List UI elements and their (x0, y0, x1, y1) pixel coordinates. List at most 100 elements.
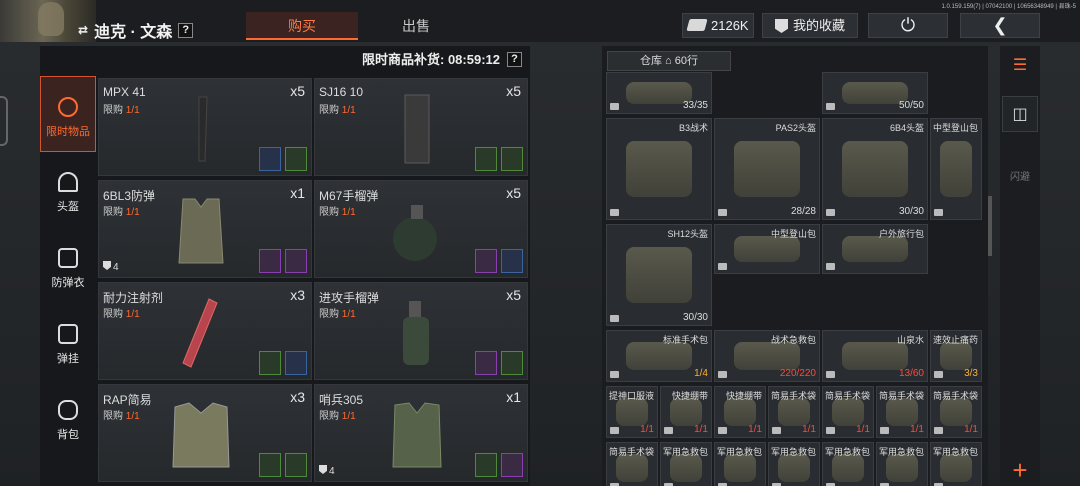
goods-name: M67手榴弹 (319, 189, 379, 203)
chevron-left-icon: ❮ (992, 15, 1008, 35)
goods-card[interactable]: SJ16 10 限购 1/1 x5 (314, 78, 528, 176)
inventory-item[interactable]: 标准手术包 1/4 (606, 330, 712, 382)
inventory-item[interactable]: 快捷绷带 1/1 (714, 386, 766, 438)
chest-rig-icon (58, 324, 78, 344)
restock-help-icon[interactable]: ? (507, 52, 522, 67)
inventory-item[interactable]: 战术急救包 220/220 (714, 330, 820, 382)
limit-label: 限购 (103, 411, 123, 422)
material-slot (475, 147, 497, 171)
item-thumbnail (616, 398, 648, 426)
inventory-item[interactable]: 军用急救包 (768, 442, 820, 486)
tab-sell[interactable]: 出售 (360, 12, 472, 40)
goods-qty: x1 (506, 389, 521, 405)
goods-card[interactable]: 哨兵305 限购 1/1 x1 4 (314, 384, 528, 482)
inventory-item[interactable]: 军用急救包 (714, 442, 766, 486)
inventory-item[interactable]: SH12头盔 30/30 (606, 224, 712, 326)
item-name: 军用急救包 (878, 447, 924, 457)
goods-card[interactable]: MPX 41 限购 1/1 x5 (98, 78, 312, 176)
inventory-item[interactable]: 快捷绷带 1/1 (660, 386, 712, 438)
goods-qty: x5 (506, 83, 521, 99)
goods-card[interactable]: 进攻手榴弹 限购 1/1 x5 (314, 282, 528, 380)
inventory-item[interactable]: B3战术 (606, 118, 712, 220)
swap-icon[interactable]: ⇄ (78, 23, 88, 37)
inventory-item[interactable]: 简易手术袋 1/1 (768, 386, 820, 438)
warehouse-header[interactable]: 仓库 ⌂ 60行 (607, 51, 731, 71)
material-slot (501, 249, 523, 273)
goods-card[interactable]: RAP简易 限购 1/1 x3 (98, 384, 312, 482)
material-slot (501, 351, 523, 375)
lock-icon (610, 103, 619, 110)
inventory-item[interactable]: 简易手术袋 1/1 (930, 386, 982, 438)
item-name: 军用急救包 (824, 447, 870, 457)
inventory-item[interactable]: 6B4头盔 30/30 (822, 118, 928, 220)
power-icon: ⏻ (900, 15, 916, 35)
inventory-scrollbar[interactable] (988, 196, 992, 256)
inventory-item[interactable]: 军用急救包 (822, 442, 874, 486)
player-help-icon[interactable]: ? (178, 22, 194, 38)
armor-level: 4 (103, 261, 119, 273)
material-slot (285, 453, 307, 477)
lock-icon (934, 371, 943, 378)
category-helmet[interactable]: 头盔 (40, 172, 96, 214)
limit-label: 限购 (103, 105, 123, 116)
category-limited[interactable]: 限时物品 (40, 76, 96, 152)
item-thumbnail (886, 398, 918, 426)
syringe-icon (182, 298, 218, 368)
inventory-item[interactable]: 中型登山包 (930, 118, 982, 220)
favorites-button[interactable]: 我的收藏 (762, 13, 858, 38)
warehouse-rows: 60行 (674, 55, 699, 67)
materials (475, 453, 523, 477)
inventory-item[interactable]: 33/35 (606, 72, 712, 114)
inventory-item[interactable]: 简易手术袋 1/1 (876, 386, 928, 438)
add-icon[interactable]: + (1002, 452, 1038, 486)
category-vest[interactable]: 防弹衣 (40, 248, 96, 290)
lock-icon (718, 209, 727, 216)
item-name: 军用急救包 (662, 447, 708, 457)
item-thumbnail (733, 141, 801, 197)
item-thumbnail (616, 454, 648, 482)
stack-sort-icon[interactable]: ☰ (1002, 48, 1038, 84)
inventory-item[interactable]: 中型登山包 (714, 224, 820, 274)
inventory-item[interactable]: 户外旅行包 (822, 224, 928, 274)
item-name: 简易手术袋 (608, 447, 654, 457)
layers-icon[interactable]: ◫ (1002, 96, 1038, 132)
item-thumbnail (733, 342, 801, 370)
power-button[interactable]: ⏻ (868, 13, 948, 38)
inventory-item[interactable]: 军用急救包 (930, 442, 982, 486)
item-name: SH12头盔 (667, 229, 708, 239)
goods-limit: 限购 1/1 (319, 101, 356, 116)
category-label: 弹挂 (57, 353, 79, 365)
inventory-item[interactable]: PAS2头盔 28/28 (714, 118, 820, 220)
inventory-item[interactable]: 50/50 (822, 72, 928, 114)
inventory-item[interactable]: 简易手术袋 1/1 (822, 386, 874, 438)
inventory-item[interactable]: 速效止痛药 3/3 (930, 330, 982, 382)
category-label: 头盔 (57, 201, 79, 213)
item-thumbnail (724, 454, 756, 482)
category-backpack[interactable]: 背包 (40, 400, 96, 442)
inventory-item[interactable]: 军用急救包 (876, 442, 928, 486)
category-chest-rig[interactable]: 弹挂 (40, 324, 96, 366)
limit-value: 1/1 (125, 105, 140, 116)
goods-card[interactable]: M67手榴弹 限购 1/1 x5 (314, 180, 528, 278)
left-edge-handle[interactable] (0, 96, 8, 146)
goods-limit: 限购 1/1 (319, 305, 356, 320)
inventory-item[interactable]: 简易手术袋 (606, 442, 658, 486)
item-name: 简易手术袋 (770, 391, 816, 401)
inventory-item[interactable]: 军用急救包 (660, 442, 712, 486)
back-button[interactable]: ❮ (960, 13, 1040, 38)
inventory-item[interactable]: 山泉水 13/60 (822, 330, 928, 382)
goods-qty: x5 (506, 287, 521, 303)
goods-qty: x5 (506, 185, 521, 201)
item-thumbnail (940, 141, 972, 197)
tab-buy[interactable]: 购买 (246, 12, 358, 40)
materials (475, 351, 523, 375)
home-icon: ⌂ (665, 55, 672, 67)
material-slot (259, 249, 281, 273)
material-slot (475, 249, 497, 273)
inventory-item[interactable]: 提神口服液 1/1 (606, 386, 658, 438)
goods-card[interactable]: 耐力注射剂 限购 1/1 x3 (98, 282, 312, 380)
material-slot (285, 249, 307, 273)
item-durability: 1/1 (910, 424, 924, 435)
goods-card[interactable]: 6BL3防弹 限购 1/1 x1 4 (98, 180, 312, 278)
materials (259, 351, 307, 375)
